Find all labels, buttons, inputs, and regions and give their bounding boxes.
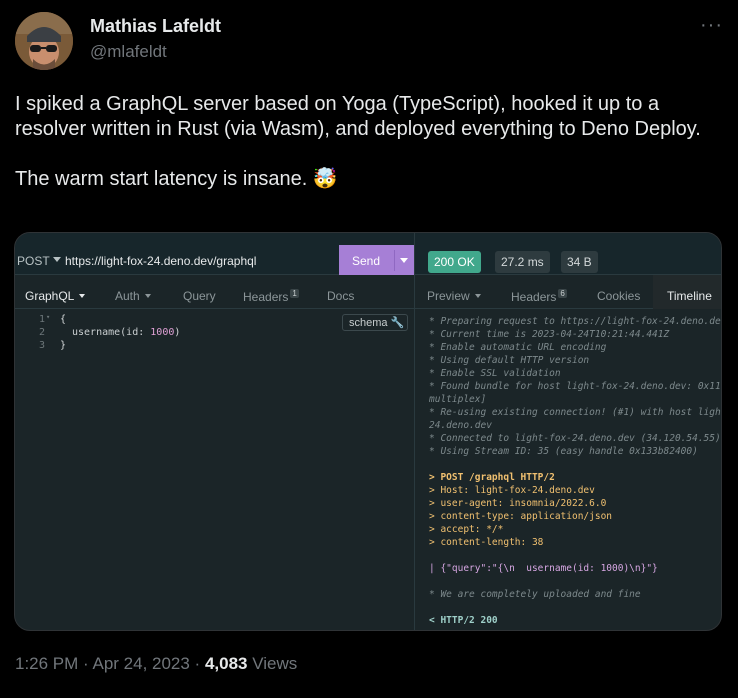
- tab-timeline[interactable]: Timeline: [667, 289, 712, 303]
- url-input[interactable]: https://light-fox-24.deno.dev/graphql: [65, 254, 256, 268]
- query-editor[interactable]: 1 ▾ { 2 username(id: 1000) 3 } schema 🔧: [15, 311, 414, 630]
- timeline-info-line: * Connected to light-fox-24.deno.dev (34…: [429, 433, 721, 444]
- http-method-select[interactable]: POST: [17, 254, 50, 268]
- headers-count-badge: 6: [558, 289, 567, 298]
- wrench-icon: 🔧: [390, 317, 405, 329]
- timeline-info-line: 24.deno.dev: [429, 420, 492, 431]
- schema-button[interactable]: schema 🔧: [342, 314, 408, 331]
- request-bar: POST https://light-fox-24.deno.dev/graph…: [15, 233, 721, 276]
- timeline-info-line: * Re-using existing connection! (#1) wit…: [429, 407, 722, 418]
- response-time-badge: 27.2 ms: [495, 251, 550, 273]
- tweet-text: I spiked a GraphQL server based on Yoga …: [15, 92, 720, 192]
- timeline-info-line: * Found bundle for host light-fox-24.den…: [429, 381, 722, 392]
- code-line: }: [60, 340, 67, 351]
- code-line: username(id: 1000): [72, 327, 181, 338]
- tweet-media-image[interactable]: POST https://light-fox-24.deno.dev/graph…: [14, 232, 722, 631]
- chevron-down-icon[interactable]: [400, 258, 408, 263]
- send-button-label: Send: [352, 254, 381, 268]
- author-name[interactable]: Mathias Lafeldt: [90, 16, 221, 37]
- tab-headers-response[interactable]: Headers 6: [511, 289, 567, 304]
- timeline-out-line: > content-length: 38: [429, 537, 544, 548]
- code-line: {: [60, 314, 67, 325]
- timeline-out-line: > user-agent: insomnia/2022.6.0: [429, 498, 607, 509]
- send-divider: [394, 250, 395, 271]
- timeline-out-line: > content-type: application/json: [429, 511, 613, 522]
- timeline-out-line: > POST /graphql HTTP/2: [429, 472, 555, 483]
- avatar-photo: [15, 12, 73, 70]
- timeline-info-line: * Using default HTTP version: [429, 355, 590, 366]
- timeline-out-line: > accept: */*: [429, 524, 504, 535]
- tab-auth[interactable]: Auth: [115, 289, 151, 303]
- pane-divider[interactable]: [414, 233, 415, 630]
- tweet-timestamp[interactable]: 1:26 PM · Apr 24, 2023 ·: [15, 654, 205, 673]
- chevron-down-icon: [79, 294, 86, 298]
- tab-graphql[interactable]: GraphQL: [25, 289, 86, 303]
- author-handle[interactable]: @mlafeldt: [90, 42, 167, 62]
- chevron-down-icon: [474, 294, 481, 298]
- tab-headers-request[interactable]: Headers 1: [243, 289, 299, 304]
- timeline-in-line: < HTTP/2 200: [429, 615, 498, 626]
- line-number: 1: [39, 314, 46, 325]
- chevron-down-icon: [144, 294, 151, 298]
- timeline-info-line: * We are completely uploaded and fine: [429, 589, 641, 600]
- tab-docs[interactable]: Docs: [327, 289, 354, 303]
- headers-count-badge: 1: [290, 289, 299, 298]
- more-options-icon[interactable]: ···: [700, 14, 723, 37]
- tweet-paragraph: The warm start latency is insane. 🤯: [15, 168, 338, 190]
- response-size-badge: 34 B: [561, 251, 598, 273]
- avatar[interactable]: [15, 12, 73, 70]
- timeline-info-line: * Enable automatic URL encoding: [429, 342, 607, 353]
- tweet-meta: 1:26 PM · Apr 24, 2023 · 4,083 Views: [15, 654, 297, 674]
- tab-query[interactable]: Query: [183, 289, 216, 303]
- timeline-info-line: * Current time is 2023-04-24T10:21:44.44…: [429, 329, 670, 340]
- chevron-down-icon: [53, 257, 61, 262]
- status-badge: 200 OK: [428, 251, 481, 273]
- timeline-data-line: | {"query":"{\n username(id: 1000)\n}"}: [429, 563, 658, 574]
- send-button[interactable]: Send: [339, 245, 414, 276]
- timeline-info-line: multiplex]: [429, 394, 487, 405]
- tweet-paragraph: I spiked a GraphQL server based on Yoga …: [15, 93, 701, 140]
- timeline-out-line: > Host: light-fox-24.deno.dev: [429, 485, 595, 496]
- timeline-log[interactable]: * Preparing request to https://light-fox…: [429, 315, 722, 630]
- timeline-info-line: * Enable SSL validation: [429, 368, 561, 379]
- fold-caret-icon[interactable]: ▾: [46, 313, 50, 321]
- views-count[interactable]: 4,083: [205, 654, 248, 673]
- line-number: 3: [39, 340, 46, 351]
- line-number: 2: [39, 327, 46, 338]
- views-label: Views: [247, 654, 298, 673]
- tab-cookies[interactable]: Cookies: [597, 289, 640, 303]
- timeline-info-line: * Using Stream ID: 35 (easy handle 0x133…: [429, 446, 698, 457]
- tab-preview[interactable]: Preview: [427, 289, 481, 303]
- timeline-info-line: * Preparing request to https://light-fox…: [429, 316, 722, 327]
